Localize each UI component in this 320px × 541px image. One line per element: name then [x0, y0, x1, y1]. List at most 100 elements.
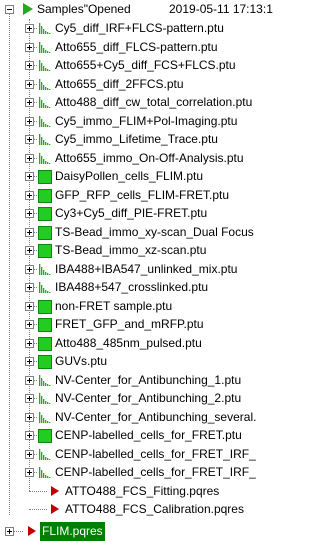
tree-item[interactable]: GUVs.ptu: [0, 352, 281, 371]
tree-item-label: Cy5_diff_IRF+FLCS-pattern.ptu: [55, 21, 224, 35]
expand-icon[interactable]: [25, 98, 34, 107]
tree-connector: [29, 490, 47, 492]
tree-item[interactable]: GFP_RFP_cells_FLIM-FRET.ptu: [0, 186, 281, 205]
tree-item[interactable]: non-FRET sample.ptu: [0, 297, 281, 316]
image-icon: [38, 207, 52, 221]
flim-pqres-item[interactable]: FLIM.pqres: [0, 521, 281, 541]
tree-item[interactable]: Cy5_immo_FLIM+Pol-Imaging.ptu: [0, 112, 281, 131]
tree-item-label: NV-Center_for_Antibunching_2.ptu: [55, 391, 242, 405]
tree-item[interactable]: NV-Center_for_Antibunching_several.: [0, 408, 281, 427]
tree-item-label: Atto655_diff_FLCS-pattern.ptu: [55, 39, 218, 54]
expand-icon[interactable]: [25, 116, 34, 126]
tree-item-label: Atto655+Cy5_diff_FCS+FLCS.ptu: [55, 58, 236, 72]
expand-icon[interactable]: [25, 42, 34, 52]
expand-icon[interactable]: [25, 357, 34, 366]
decay-curve-icon: [39, 448, 51, 460]
expand-icon[interactable]: [25, 468, 34, 477]
tree-item-label: Cy3+Cy5_diff_PIE-FRET.ptu: [55, 206, 208, 220]
expand-icon[interactable]: [25, 301, 34, 311]
image-icon: [38, 299, 52, 314]
tree-item-label: CENP-labelled_cells_for_FRET_IRF_: [55, 446, 256, 461]
expand-icon[interactable]: [25, 264, 34, 274]
decay-curve-icon: [39, 134, 51, 145]
play-arrow-icon: [28, 525, 36, 536]
file-tree: Samples"Opened 2019-05-11 17:13:1 Cy5_di…: [0, 0, 281, 541]
tree-item-label: IBA488+IBA547_unlinked_mix.ptu: [55, 261, 238, 276]
tree-item[interactable]: Atto655_immo_On-Off-Analysis.ptu: [0, 149, 281, 168]
tree-item[interactable]: CENP-labelled_cells_for_FRET.ptu: [0, 426, 281, 445]
pqres-label: ATTO488_FCS_Calibration.pqres: [65, 502, 244, 516]
tree-item-label: Cy5_immo_Lifetime_Trace.ptu: [55, 132, 218, 146]
expand-icon[interactable]: [25, 320, 34, 329]
expand-icon[interactable]: [25, 227, 34, 237]
image-icon: [38, 318, 52, 332]
tree-item[interactable]: IBA488+547_crosslinked.ptu: [0, 278, 281, 297]
image-icon: [38, 244, 52, 258]
decay-curve-icon: [39, 263, 51, 275]
image-icon: [38, 336, 52, 351]
tree-item[interactable]: DaisyPollen_cells_FLIM.ptu: [0, 167, 281, 186]
expand-icon[interactable]: [25, 209, 34, 218]
pqres-item[interactable]: ATTO488_FCS_Calibration.pqres: [0, 500, 281, 519]
tree-item-label: GUVs.ptu: [55, 354, 108, 368]
expand-icon[interactable]: [25, 190, 34, 200]
tree-connector: [29, 509, 47, 510]
expand-icon[interactable]: [25, 153, 34, 163]
pqres-item[interactable]: ATTO488_FCS_Fitting.pqres: [0, 482, 281, 501]
tree-item[interactable]: TS-Bead_immo_xz-scan.ptu: [0, 241, 281, 260]
tree-item-label: IBA488+547_crosslinked.ptu: [55, 280, 209, 294]
tree-item[interactable]: Cy3+Cy5_diff_PIE-FRET.ptu: [0, 204, 281, 223]
expand-icon[interactable]: [25, 24, 34, 33]
play-arrow-icon: [51, 485, 59, 496]
decay-curve-icon: [39, 78, 51, 90]
expand-icon[interactable]: [5, 526, 14, 536]
root-label: Samples"Opened: [37, 2, 131, 16]
tree-item[interactable]: IBA488+IBA547_unlinked_mix.ptu: [0, 260, 281, 279]
tree-item-label: FRET_GFP_and_mRFP.ptu: [55, 317, 204, 331]
tree-item-label: NV-Center_for_Antibunching_1.ptu: [55, 372, 242, 387]
expand-icon[interactable]: [25, 412, 34, 422]
tree-item[interactable]: TS-Bead_immo_xy-scan_Dual Focus: [0, 223, 281, 242]
expand-icon[interactable]: [25, 61, 34, 70]
tree-item[interactable]: FRET_GFP_and_mRFP.ptu: [0, 315, 281, 334]
expand-icon[interactable]: [25, 338, 34, 348]
expand-icon[interactable]: [25, 79, 34, 89]
decay-curve-icon: [39, 282, 51, 293]
decay-curve-icon: [39, 374, 51, 386]
image-icon: [38, 355, 52, 369]
expand-icon[interactable]: [25, 135, 34, 144]
pqres-label: ATTO488_FCS_Fitting.pqres: [65, 483, 220, 498]
tree-item-label: non-FRET sample.ptu: [55, 298, 173, 313]
tree-item[interactable]: Cy5_diff_IRF+FLCS-pattern.ptu: [0, 19, 281, 38]
decay-curve-icon: [39, 393, 51, 404]
expand-icon[interactable]: [25, 449, 34, 459]
decay-curve-icon: [39, 97, 51, 108]
expand-icon[interactable]: [25, 431, 34, 440]
expand-icon[interactable]: [25, 246, 34, 255]
tree-item[interactable]: CENP-labelled_cells_for_FRET_IRF_: [0, 445, 281, 464]
tree-item[interactable]: Cy5_immo_Lifetime_Trace.ptu: [0, 130, 281, 149]
flim-pqres-label: FLIM.pqres: [40, 521, 105, 541]
image-icon: [38, 170, 52, 184]
tree-item[interactable]: Atto655_diff_FLCS-pattern.ptu: [0, 38, 281, 57]
expand-icon[interactable]: [25, 375, 34, 385]
tree-item[interactable]: Atto655+Cy5_diff_FCS+FLCS.ptu: [0, 56, 281, 75]
tree-item-label: Atto488_diff_cw_total_correlation.ptu: [55, 95, 253, 109]
decay-curve-icon: [39, 152, 51, 164]
expand-icon[interactable]: [25, 172, 34, 181]
decay-curve-icon: [39, 115, 51, 127]
decay-curve-icon: [39, 411, 51, 423]
tree-item[interactable]: Atto655_diff_2FFCS.ptu: [0, 75, 281, 94]
tree-item[interactable]: CENP-labelled_cells_for_FRET_IRF_: [0, 463, 281, 482]
tree-item-label: TS-Bead_immo_xy-scan_Dual Focus: [55, 224, 254, 239]
tree-item[interactable]: Atto488_diff_cw_total_correlation.ptu: [0, 93, 281, 112]
tree-item-label: TS-Bead_immo_xz-scan.ptu: [55, 243, 207, 257]
expand-icon[interactable]: [25, 394, 34, 403]
tree-item-label: CENP-labelled_cells_for_FRET_IRF_: [55, 465, 256, 479]
tree-item[interactable]: NV-Center_for_Antibunching_1.ptu: [0, 371, 281, 390]
expand-icon[interactable]: [25, 283, 34, 292]
tree-root-row[interactable]: Samples"Opened 2019-05-11 17:13:1: [0, 0, 281, 19]
tree-item[interactable]: NV-Center_for_Antibunching_2.ptu: [0, 389, 281, 408]
tree-item-label: Atto488_485nm_pulsed.ptu: [55, 335, 202, 350]
tree-item[interactable]: Atto488_485nm_pulsed.ptu: [0, 334, 281, 353]
